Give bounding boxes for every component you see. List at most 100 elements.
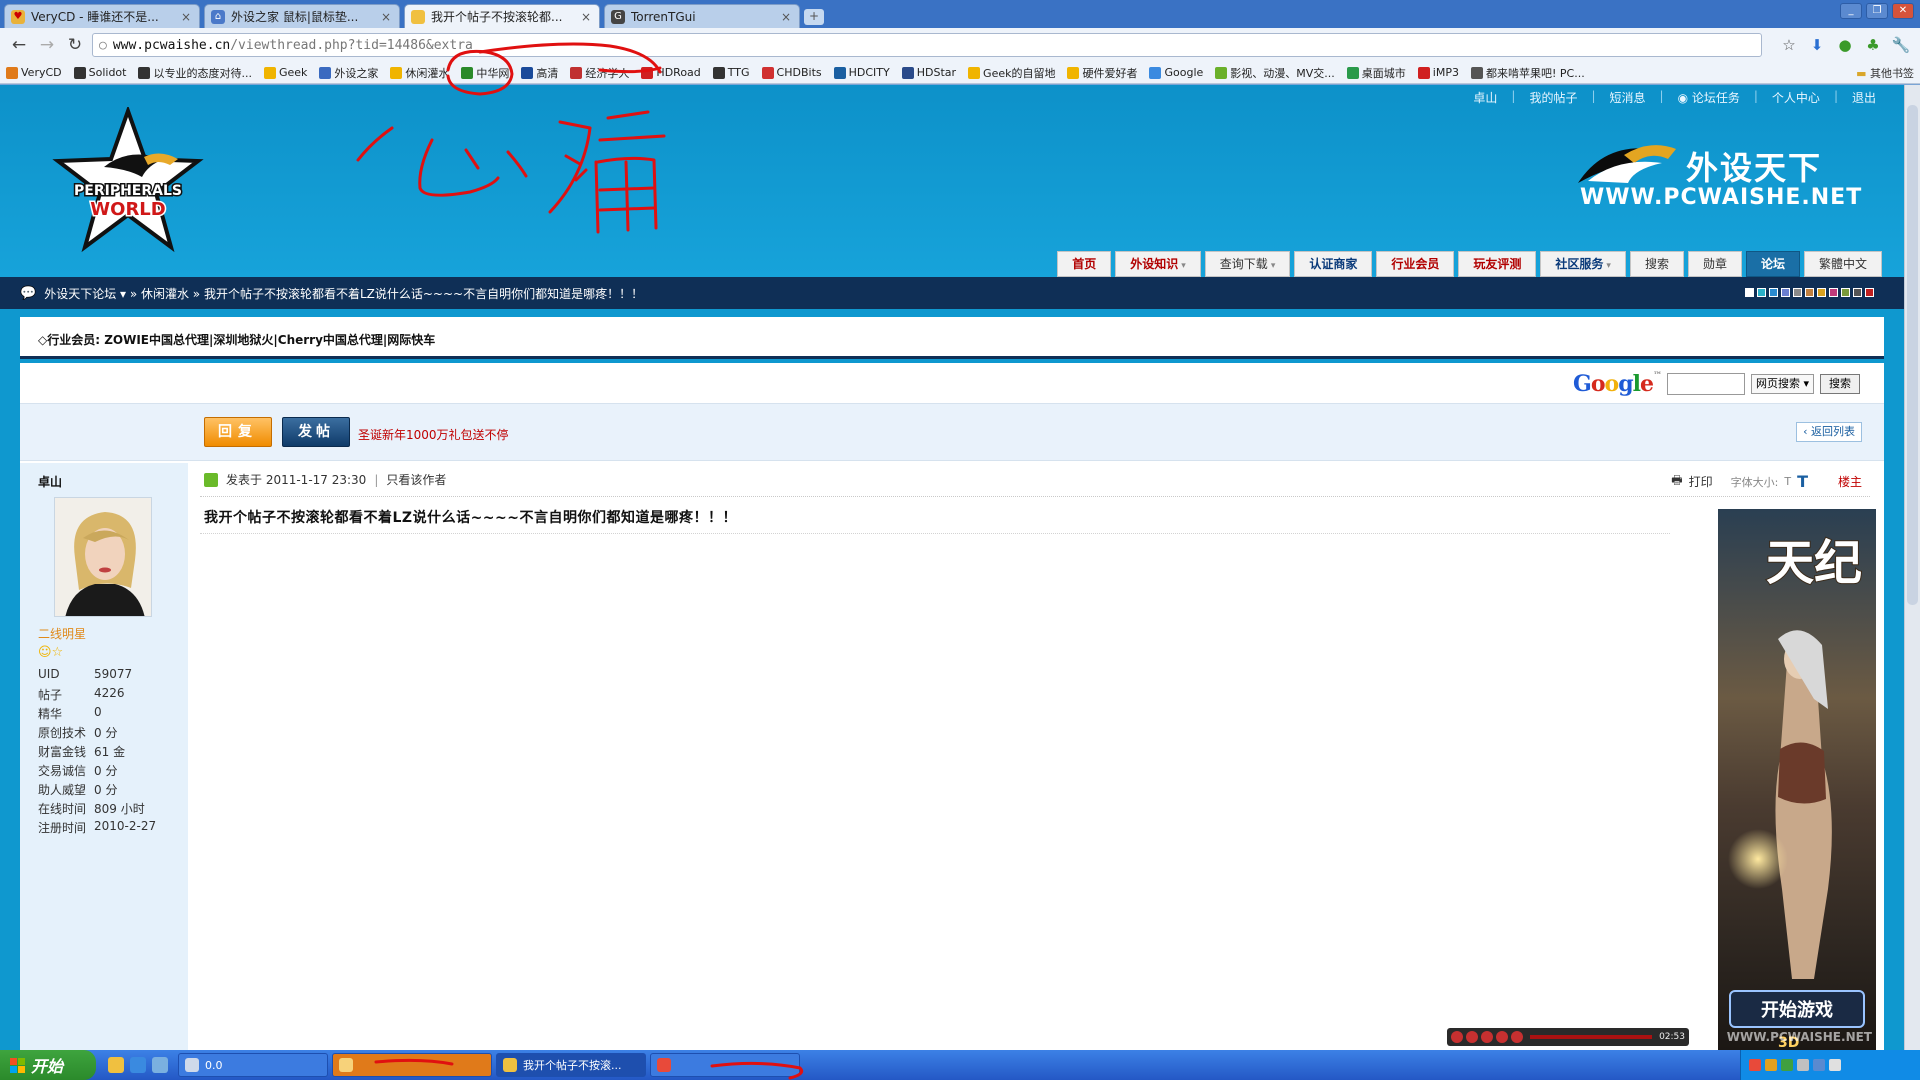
tray-icon[interactable] <box>1781 1059 1793 1071</box>
stop-icon[interactable] <box>1496 1031 1508 1043</box>
forward-arrow-icon[interactable]: → <box>36 34 58 56</box>
minimize-button[interactable]: _ <box>1840 3 1862 19</box>
pause-icon[interactable] <box>1481 1031 1493 1043</box>
print-link[interactable]: 打印 <box>1689 473 1713 490</box>
start-game-button[interactable]: 开始游戏 <box>1761 999 1833 1021</box>
sponsor-bar[interactable]: ◇行业会员: ZOWIE中国总代理|深圳地狱火|Cherry中国总代理|网际快车 <box>20 317 1884 359</box>
scrollbar-thumb[interactable] <box>1907 105 1918 605</box>
tab-verycd[interactable]: ♥ VeryCD - 睡谁还不是... × <box>4 4 200 28</box>
extension-green-icon[interactable]: ♣ <box>1862 34 1884 56</box>
taskbar-item[interactable]: 0.0 <box>178 1053 328 1077</box>
nav-item[interactable]: 繁體中文 <box>1803 251 1882 277</box>
bookmark-item[interactable]: HDCITY <box>833 66 890 79</box>
page-scrollbar[interactable] <box>1904 85 1920 1050</box>
nav-item[interactable]: 玩友评测 <box>1458 251 1537 277</box>
profile-center-link[interactable]: 个人中心 <box>1772 89 1820 106</box>
media-progress-track[interactable] <box>1530 1035 1653 1039</box>
author-name[interactable]: 卓山 <box>38 473 62 490</box>
bookmark-item[interactable]: Solidot <box>73 66 126 79</box>
play-icon[interactable] <box>1466 1031 1478 1043</box>
bookmark-item[interactable]: TTG <box>712 66 750 79</box>
user-link[interactable]: 卓山 <box>1473 89 1497 106</box>
font-large-button[interactable]: T <box>1797 472 1808 491</box>
restore-button[interactable]: ❐ <box>1866 3 1888 19</box>
bookmark-item[interactable]: iMP3 <box>1417 66 1459 79</box>
close-icon[interactable]: × <box>179 10 193 24</box>
new-post-button[interactable]: 发帖 <box>282 417 350 447</box>
only-author-link[interactable]: 只看该作者 <box>386 471 446 488</box>
download-icon[interactable]: ⬇ <box>1806 34 1828 56</box>
theme-swatch[interactable] <box>1853 288 1862 297</box>
prev-icon[interactable] <box>1451 1031 1463 1043</box>
taskbar-item-browser[interactable]: 我开个帖子不按滚... <box>496 1053 646 1077</box>
theme-swatch[interactable] <box>1817 288 1826 297</box>
tasks-link[interactable]: ◉ 论坛任务 <box>1678 89 1740 106</box>
breadcrumb-text[interactable]: 外设天下论坛 ▾ » 休闲灌水 » 我开个帖子不按滚轮都看不着LZ说什么话~~~… <box>44 285 643 302</box>
tray-icon[interactable] <box>1813 1059 1825 1071</box>
tab-pcwaishe-home[interactable]: ⌂ 外设之家 鼠标|鼠标垫... × <box>204 4 400 28</box>
bookmark-item[interactable]: HDRoad <box>641 66 701 79</box>
theme-swatch[interactable] <box>1805 288 1814 297</box>
theme-swatch[interactable] <box>1865 288 1874 297</box>
nav-item[interactable]: 外设知识 ▾ <box>1115 251 1201 277</box>
close-icon[interactable]: × <box>779 10 793 24</box>
new-tab-button[interactable]: + <box>804 9 824 25</box>
reload-icon[interactable]: ↻ <box>64 34 86 56</box>
bookmark-item[interactable]: 经济学人 <box>570 65 629 81</box>
tray-icon[interactable] <box>1829 1059 1841 1071</box>
theme-swatch[interactable] <box>1757 288 1766 297</box>
back-to-list-button[interactable]: ‹ 返回列表 <box>1796 422 1862 442</box>
theme-swatch[interactable] <box>1745 288 1754 297</box>
peripherals-world-logo[interactable]: PERIPHERALS WORLD <box>52 107 204 257</box>
bookmark-item[interactable]: 硬件爱好者 <box>1067 65 1137 81</box>
nav-item[interactable]: 首页 <box>1057 251 1112 277</box>
font-small-button[interactable]: T <box>1784 475 1791 488</box>
bookmark-star-icon[interactable]: ☆ <box>1778 34 1800 56</box>
theme-swatch[interactable] <box>1793 288 1802 297</box>
game-ad-banner[interactable]: 天纪 开始游戏 3D WWW.PCWAISHE.NET <box>1718 509 1876 1050</box>
nav-item[interactable]: 勋章 <box>1687 251 1742 277</box>
nav-item[interactable]: 行业会员 <box>1376 251 1455 277</box>
back-arrow-icon[interactable]: ← <box>8 34 30 56</box>
bookmark-item[interactable]: 桌面城市 <box>1346 65 1406 81</box>
taskbar-item-redacted[interactable] <box>332 1053 492 1077</box>
promo-link[interactable]: 圣诞新年1000万礼包送不停 <box>358 426 509 443</box>
search-button[interactable]: 搜索 <box>1820 374 1860 394</box>
bookmark-item[interactable]: VeryCD <box>6 66 62 79</box>
bookmark-item[interactable]: CHDBits <box>761 66 822 79</box>
nav-item[interactable]: 社区服务 ▾ <box>1540 251 1626 277</box>
nav-item[interactable]: 认证商家 <box>1294 251 1373 277</box>
logout-link[interactable]: 退出 <box>1852 89 1876 106</box>
close-window-button[interactable]: ✕ <box>1892 3 1914 19</box>
close-icon[interactable]: × <box>579 10 593 24</box>
theme-swatch[interactable] <box>1841 288 1850 297</box>
nav-item[interactable]: 搜索 <box>1629 251 1684 277</box>
theme-swatch[interactable] <box>1781 288 1790 297</box>
bookmark-item[interactable]: 高清 <box>521 65 558 81</box>
bookmark-item[interactable]: Geek <box>263 66 307 79</box>
address-bar[interactable]: ○ www.pcwaishe.cn/viewthread.php?tid=144… <box>92 33 1762 57</box>
wrench-menu-icon[interactable]: 🔧 <box>1890 34 1912 56</box>
bookmark-item[interactable]: Geek的自留地 <box>968 65 1055 81</box>
tray-icon[interactable] <box>1797 1059 1809 1071</box>
bookmark-item[interactable]: Google <box>1149 66 1203 79</box>
bookmark-item[interactable]: 休闲灌水 <box>390 65 449 81</box>
messages-link[interactable]: 短消息 <box>1610 89 1646 106</box>
bookmark-item[interactable]: HDStar <box>901 66 956 79</box>
nav-item[interactable]: 查询下载 ▾ <box>1204 251 1291 277</box>
extension-icon[interactable]: ● <box>1834 34 1856 56</box>
reply-button[interactable]: 回复 <box>204 417 272 447</box>
my-posts-link[interactable]: 我的帖子 <box>1529 89 1577 106</box>
google-search-input[interactable] <box>1666 373 1745 395</box>
tab-current-thread[interactable]: 我开个帖子不按滚轮都... × <box>404 4 600 28</box>
nav-item[interactable]: 论坛 <box>1745 251 1800 277</box>
start-button[interactable]: 开始 <box>0 1050 96 1080</box>
next-icon[interactable] <box>1511 1031 1523 1043</box>
bookmark-item[interactable]: 影视、动漫、MV交... <box>1215 65 1335 81</box>
taskbar-item-redacted[interactable] <box>650 1053 800 1077</box>
bookmark-item[interactable]: 外设之家 <box>319 65 378 81</box>
bookmark-item[interactable]: 都来啃苹果吧! PC... <box>1470 65 1585 81</box>
search-type-select[interactable]: 网页搜索 ▾ <box>1750 374 1814 394</box>
bookmark-item[interactable]: 中华网 <box>461 65 509 81</box>
show-desktop-icon[interactable] <box>108 1057 124 1073</box>
